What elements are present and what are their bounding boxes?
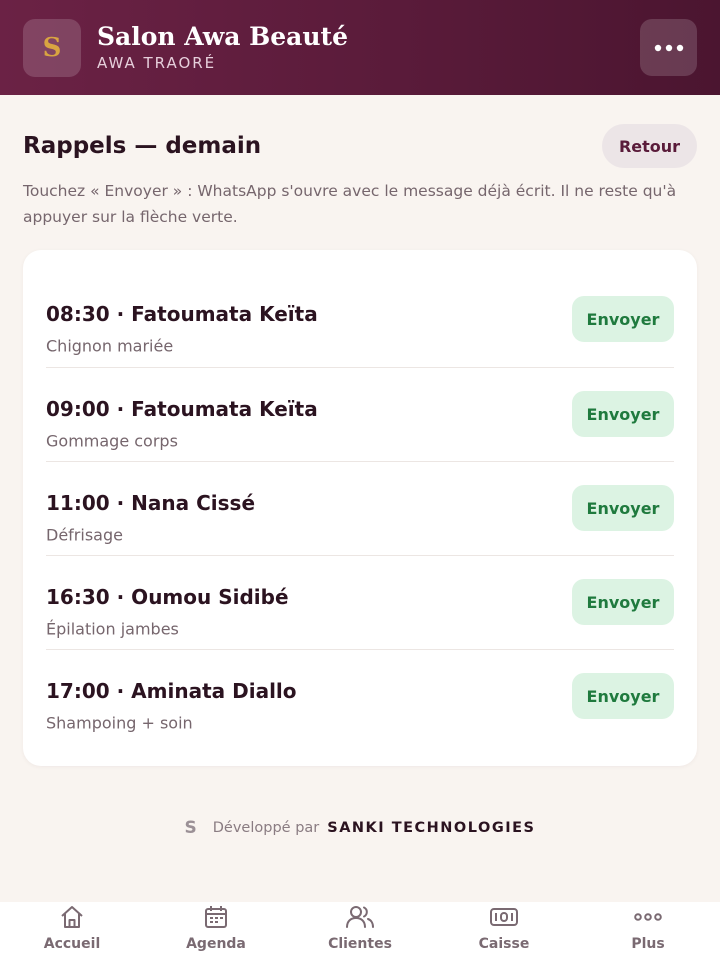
- reminder-row: 08:30 · Fatoumata Keïta Chignon mariée E…: [46, 273, 674, 367]
- page-title: Rappels — demain: [23, 133, 262, 159]
- reminder-row: 16:30 · Oumou Sidibé Épilation jambes En…: [46, 555, 674, 649]
- nav-label: Accueil: [43, 936, 101, 952]
- reminder-service: Gommage corps: [46, 431, 178, 451]
- back-button[interactable]: Retour: [602, 124, 697, 168]
- reminder-row: 09:00 · Fatoumata Keïta Gommage corps En…: [46, 367, 674, 461]
- reminder-title: 16:30 · Oumou Sidibé: [46, 585, 289, 609]
- home-icon: [57, 902, 87, 932]
- owner-name: AWA TRAORÉ: [97, 54, 217, 72]
- developed-by-text: Développé par: [212, 820, 320, 836]
- send-button[interactable]: Envoyer: [572, 485, 674, 531]
- developer-company: SANKI TECHNOLOGIES: [327, 820, 536, 836]
- app-header: S Salon Awa Beauté AWA TRAORÉ: [0, 0, 720, 95]
- cash-icon: [489, 902, 519, 932]
- reminder-title: 17:00 · Aminata Diallo: [46, 679, 297, 703]
- reminder-title: 09:00 · Fatoumata Keïta: [46, 397, 318, 421]
- nav-accueil[interactable]: Accueil: [0, 902, 144, 972]
- send-button[interactable]: Envoyer: [572, 579, 674, 625]
- send-button[interactable]: Envoyer: [572, 673, 674, 719]
- more-icon: [654, 44, 683, 51]
- reminder-title: 08:30 · Fatoumata Keïta: [46, 302, 318, 326]
- reminder-title: 11:00 · Nana Cissé: [46, 491, 256, 515]
- reminder-row: 17:00 · Aminata Diallo Shampoing + soin …: [46, 649, 674, 743]
- salon-name: Salon Awa Beauté: [97, 22, 348, 51]
- developer-credit: S Développé par SANKI TECHNOLOGIES: [0, 818, 720, 838]
- more-icon: [633, 902, 663, 932]
- reminder-row: 11:00 · Nana Cissé Défrisage Envoyer: [46, 461, 674, 555]
- nav-agenda[interactable]: Agenda: [144, 902, 288, 972]
- bottom-nav: Accueil Agenda Clientes Caisse Plus: [0, 902, 720, 972]
- reminder-service: Shampoing + soin: [46, 713, 193, 733]
- send-button[interactable]: Envoyer: [572, 391, 674, 437]
- users-icon: [345, 902, 375, 932]
- reminder-service: Défrisage: [46, 525, 123, 545]
- reminder-service: Épilation jambes: [46, 619, 179, 639]
- nav-label: Caisse: [478, 936, 530, 952]
- nav-label: Clientes: [328, 936, 392, 952]
- logo-letter: S: [42, 33, 62, 63]
- send-button[interactable]: Envoyer: [572, 296, 674, 342]
- nav-clientes[interactable]: Clientes: [288, 902, 432, 972]
- calendar-icon: [201, 902, 231, 932]
- instruction-text: Touchez « Envoyer » : WhatsApp s'ouvre a…: [23, 182, 677, 226]
- brand-mark: S: [184, 818, 197, 838]
- nav-caisse[interactable]: Caisse: [432, 902, 576, 972]
- nav-label: Agenda: [186, 936, 246, 952]
- reminders-card: 08:30 · Fatoumata Keïta Chignon mariée E…: [23, 250, 697, 766]
- header-menu-button[interactable]: [640, 19, 697, 76]
- reminder-service: Chignon mariée: [46, 336, 174, 356]
- salon-logo: S: [23, 19, 81, 77]
- nav-label: Plus: [631, 936, 665, 952]
- nav-plus[interactable]: Plus: [576, 902, 720, 972]
